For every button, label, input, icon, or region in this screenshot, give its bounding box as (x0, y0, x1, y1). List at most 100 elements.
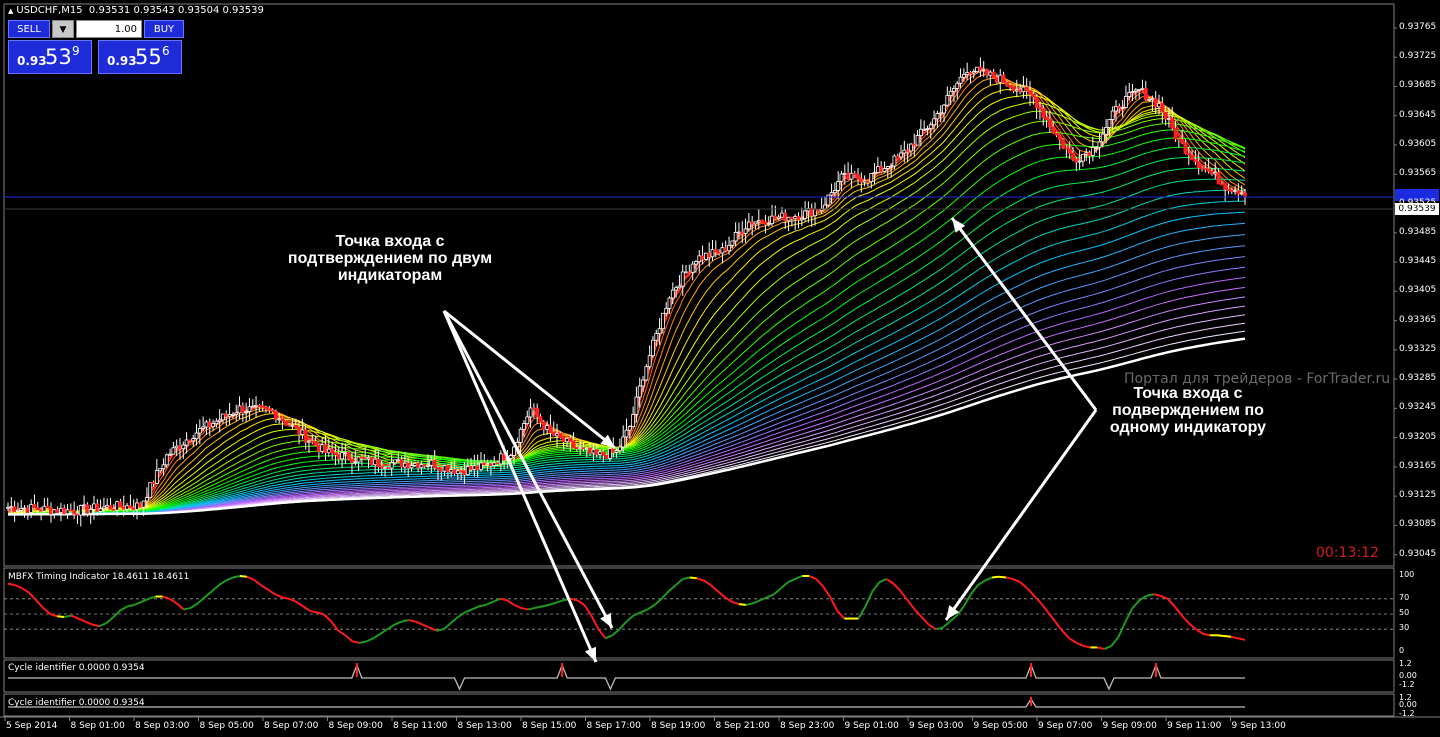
candle-body (320, 444, 325, 452)
time-tick-label: 9 Sep 03:00 (909, 721, 964, 731)
watermark: Портал для трейдеров - ForTrader.ru (1124, 371, 1391, 387)
mbfx-segment (906, 599, 916, 611)
candle-body (138, 502, 143, 508)
candle-body (247, 406, 252, 412)
candle-body (621, 436, 626, 448)
time-tick-label: 9 Sep 05:00 (973, 721, 1028, 731)
sell-button[interactable]: SELL (8, 20, 50, 38)
candle-body (356, 456, 361, 463)
candle-body (750, 221, 755, 225)
cycle-2-line (8, 697, 1245, 708)
candle-body (393, 459, 397, 464)
buy-button[interactable]: BUY (144, 20, 184, 38)
mbfx-segment (660, 590, 670, 600)
candle-body (531, 407, 536, 410)
candle-body (422, 464, 427, 467)
candle-body (145, 497, 149, 502)
candle-body (204, 421, 209, 428)
time-tick-label: 8 Sep 23:00 (780, 721, 835, 731)
candle-body (445, 465, 450, 473)
mbfx-segment (84, 620, 93, 626)
mbfx-segment (21, 587, 30, 594)
candle-body (995, 77, 999, 83)
candle-body (925, 128, 930, 130)
mbfx-segment (611, 628, 621, 637)
mbfx-segment (64, 614, 72, 619)
sell-quote[interactable]: 0.93 53 9 (8, 40, 92, 74)
candle-body (396, 459, 401, 462)
mbfx-segment (506, 599, 515, 606)
mbfx-segment (1075, 641, 1084, 647)
candle-body (88, 509, 93, 514)
mbfx-segment (625, 614, 635, 623)
candle-body (85, 504, 90, 514)
candle-body (240, 405, 245, 413)
mbfx-segment (1097, 646, 1105, 650)
candle-body (730, 240, 735, 246)
candle-body (856, 174, 860, 180)
candle-body (330, 448, 335, 454)
mbfx-segment (1026, 587, 1035, 597)
time-tick-label: 8 Sep 05:00 (199, 721, 254, 731)
candle-body (369, 456, 374, 466)
candle-body (171, 447, 176, 455)
mbfx-segment (717, 590, 726, 599)
candle-body (389, 462, 394, 469)
candle-body (19, 508, 24, 511)
mbfx-segment (836, 610, 846, 620)
candle-body (763, 221, 768, 225)
candle-body (746, 221, 751, 230)
candle-body (885, 166, 890, 169)
candle-body (224, 413, 229, 417)
time-tick-label: 9 Sep 09:00 (1102, 721, 1157, 731)
mbfx-segment (204, 590, 213, 599)
mbfx-segment (1033, 595, 1042, 605)
mbfx-segment (1166, 598, 1176, 608)
lot-dropdown-arrow-icon[interactable]: ▼ (52, 20, 74, 38)
mbfx-segment (141, 597, 149, 603)
mbfx-segment (7, 582, 16, 587)
candle-body (283, 420, 288, 426)
candle-body (869, 173, 874, 183)
collapse-triangle-icon[interactable]: ▲ (8, 7, 13, 15)
candle-body (174, 445, 179, 449)
mbfx-segment (401, 619, 409, 623)
mbfx-segment (1237, 637, 1246, 641)
candle-body (439, 468, 444, 472)
candle-body (644, 366, 649, 381)
mbfx-segment (372, 632, 382, 640)
mbfx-segment (316, 611, 325, 616)
ohlc-values: 0.93531 0.93543 0.93504 0.93539 (88, 5, 264, 16)
mbfx-segment (92, 623, 100, 628)
mbfx-segment (14, 584, 23, 590)
buy-quote-fraction: 6 (162, 44, 170, 58)
candle-body (231, 414, 235, 416)
mbfx-segment (647, 604, 656, 611)
candle-body (684, 271, 688, 274)
mbfx-segment (478, 603, 487, 608)
candle-body (1160, 103, 1165, 113)
candle-body (455, 470, 460, 475)
buy-quote[interactable]: 0.93 55 6 (98, 40, 182, 74)
candle-body (1064, 147, 1069, 150)
mbfx-segment (1223, 635, 1232, 638)
candle-body (1167, 118, 1171, 120)
candle-body (135, 502, 139, 510)
mbfx-segment (745, 602, 754, 606)
candle-body (75, 513, 80, 516)
lot-size-input[interactable]: 1.00 (76, 20, 142, 38)
candle-body (737, 231, 741, 234)
candle-body (270, 409, 275, 412)
candle-body (584, 447, 589, 450)
candle-body (65, 509, 70, 515)
candle-body (409, 465, 414, 469)
candle-body (928, 124, 933, 129)
arrow-right-to-mbfx (944, 409, 1098, 621)
candle-body (1219, 183, 1224, 186)
mbfx-segment (239, 575, 248, 578)
candle-body (426, 464, 430, 467)
mbfx-segment (633, 611, 641, 617)
candle-body (363, 457, 368, 460)
candle-body (915, 135, 920, 146)
candle-body (280, 418, 285, 422)
